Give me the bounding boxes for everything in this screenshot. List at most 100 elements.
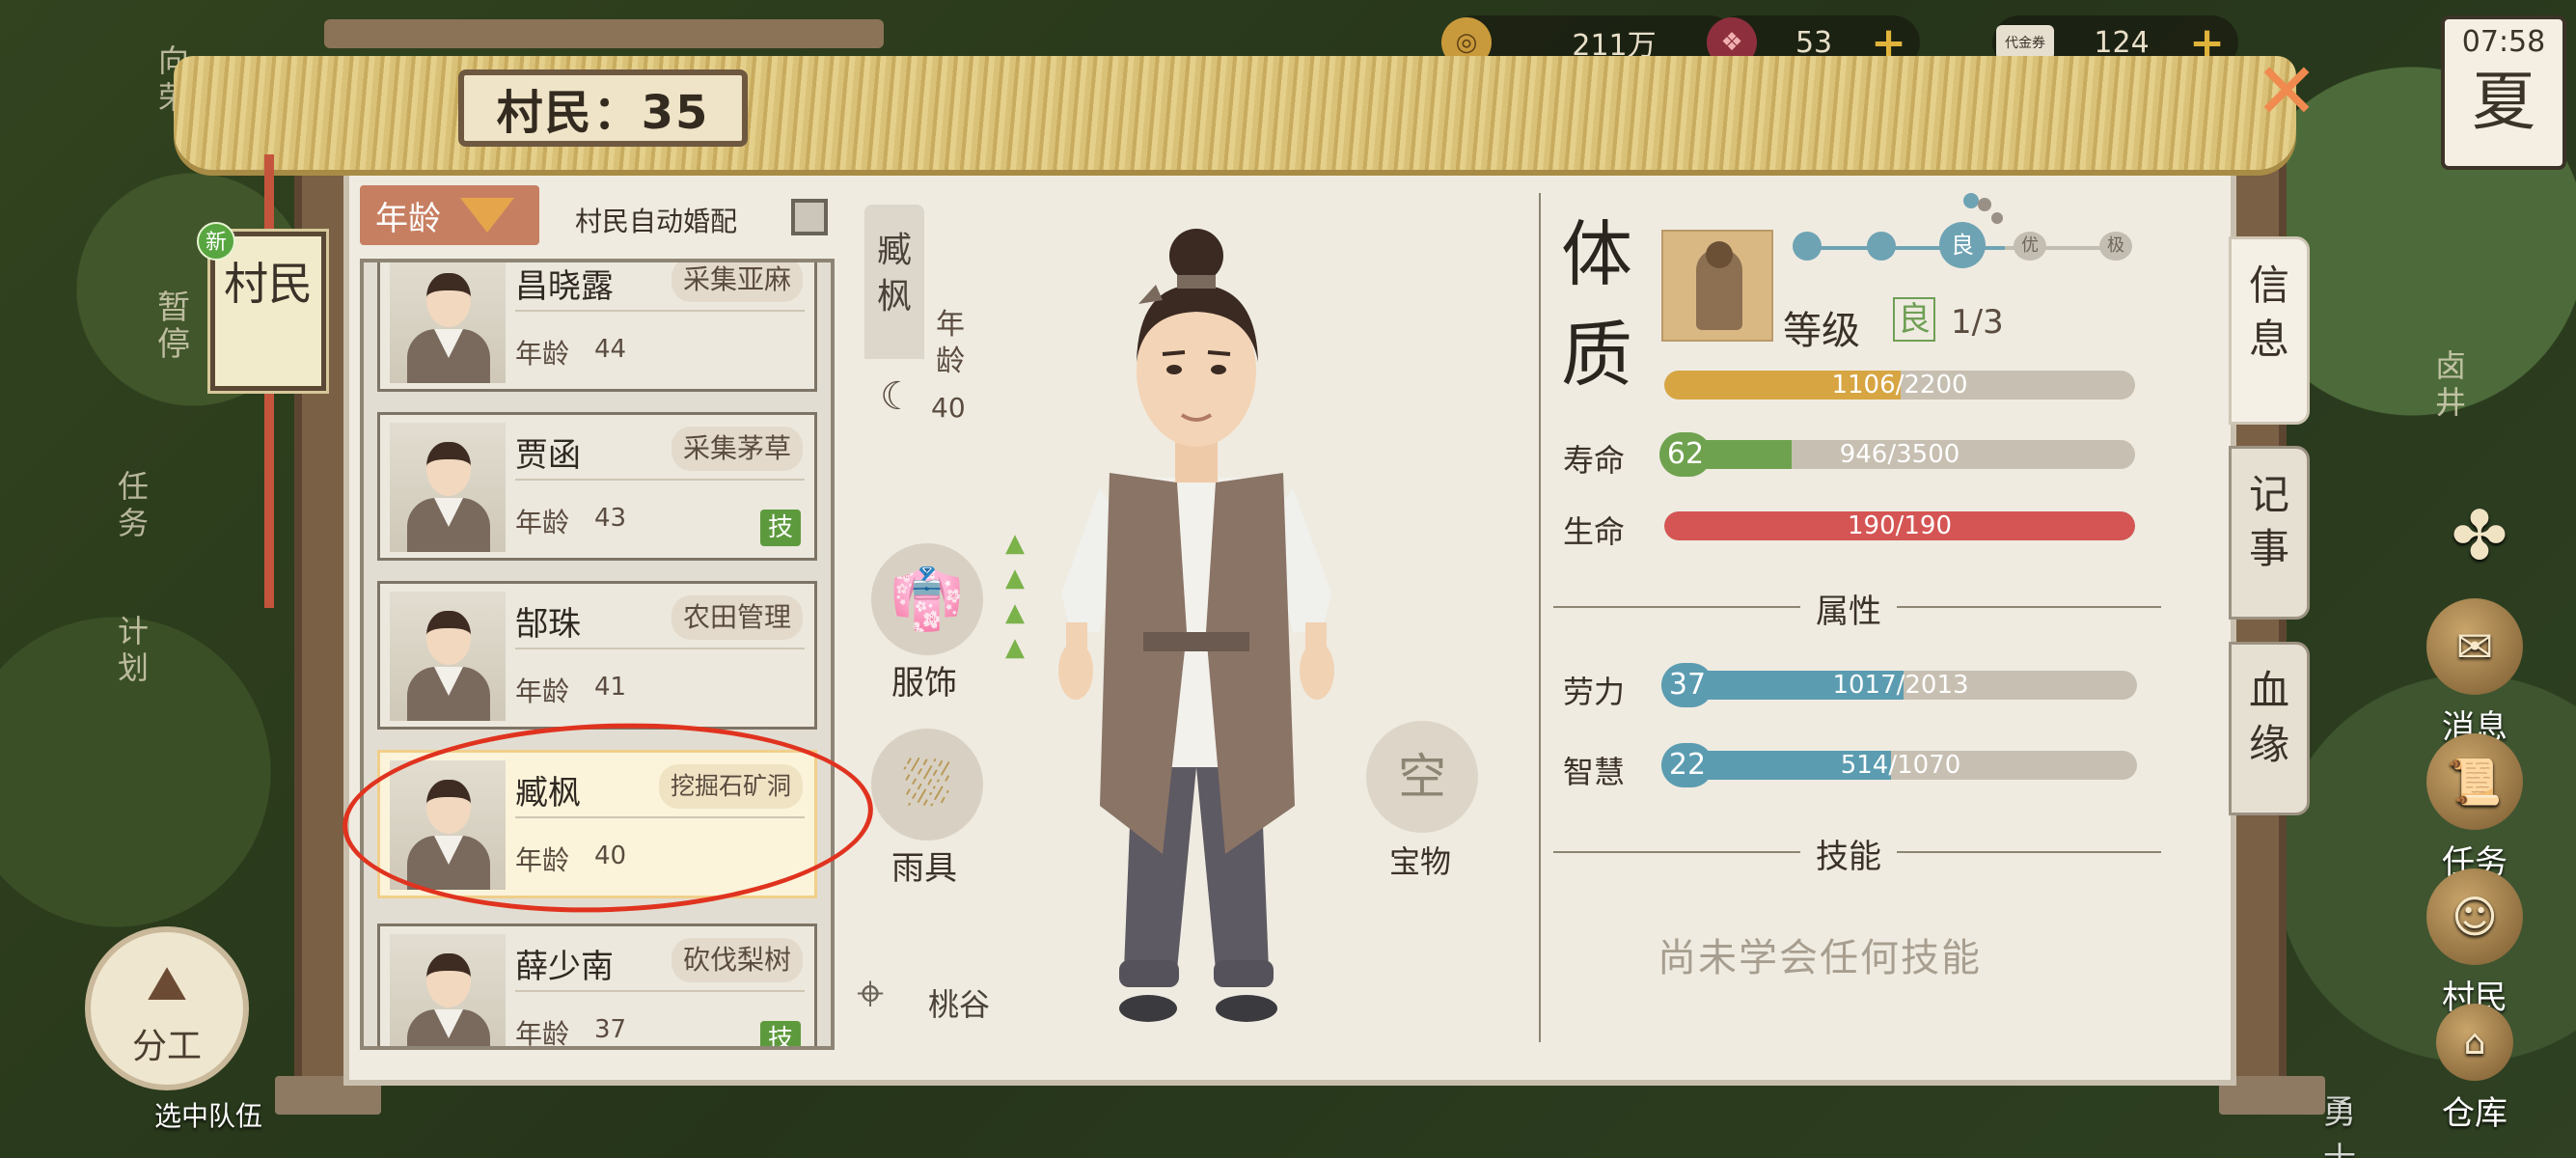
constitution-text: 1106/2200	[1831, 371, 1968, 400]
clothing-slot[interactable]: 👘	[871, 543, 983, 655]
auto-marry-label: 村民自动婚配	[575, 206, 738, 237]
clothing-icon: 👘	[890, 564, 965, 634]
villager-job: 采集亚麻	[671, 262, 803, 302]
sort-dropdown[interactable]: 年龄	[360, 185, 539, 245]
villager-card[interactable]: 薛少南 砍伐梨树 年龄 37 技	[377, 924, 817, 1046]
villager-age: 41	[594, 673, 627, 702]
season-label: 夏	[2472, 65, 2535, 139]
ticket-icon: 代金券	[1996, 25, 2054, 60]
villager-age: 44	[594, 335, 627, 364]
villager-name: 昌晓露	[515, 267, 614, 306]
hud-brine-well[interactable]: 卤井	[2424, 347, 2478, 421]
selected-name-ribbon: 臧枫	[864, 205, 924, 359]
scroll-icon: 📜	[2426, 733, 2523, 830]
villager-character	[1058, 229, 1334, 1022]
villager-name: 薛少南	[515, 948, 614, 986]
villager-job: 采集茅草	[671, 427, 803, 471]
constitution-title: 体质	[1561, 213, 1632, 397]
villager-name: 郜珠	[515, 605, 581, 644]
division-of-labor-label: 分工	[131, 1027, 202, 1066]
upgrade-arrow-icon: ▲	[1005, 633, 1025, 662]
grade-label: 等级	[1783, 309, 1860, 353]
villager-age: 43	[594, 504, 627, 533]
dropdown-triangle-icon	[460, 198, 514, 233]
lifespan-text: 946/3500	[1839, 440, 1960, 469]
villager-icon: ☺	[2426, 868, 2523, 965]
villager-portrait	[390, 592, 506, 721]
selected-age-label: 年龄	[936, 308, 965, 378]
labor-badge: 37	[1661, 663, 1713, 707]
hud-plan[interactable]: 计划	[108, 613, 158, 686]
villager-age-label: 年龄	[515, 338, 570, 370]
skills-title: 技能	[1800, 830, 1897, 877]
villagers-button[interactable]: ☺ 村民	[2412, 868, 2537, 1018]
title-beam	[324, 19, 884, 48]
villager-age-label: 年龄	[515, 676, 570, 707]
location-name: 桃谷	[928, 986, 991, 1023]
new-badge: 新	[197, 222, 235, 261]
grade-avatar	[1661, 230, 1773, 342]
rain-gear-label: 雨具	[891, 849, 957, 888]
villager-list[interactable]: 昌晓露 采集亚麻 年龄 44 贾函 采集茅草 年龄 43 技 郜珠 农田管理 年…	[360, 259, 835, 1050]
rain-gear-slot[interactable]: ⛆	[871, 729, 983, 841]
tab-info[interactable]: 信息	[2229, 236, 2310, 425]
villager-card[interactable]: 贾函 采集茅草 年龄 43 技	[377, 412, 817, 561]
auto-marry-checkbox[interactable]	[791, 199, 828, 235]
warehouse-label: 仓库	[2442, 1094, 2507, 1133]
warehouse-icon: ⌂	[2436, 1004, 2513, 1081]
column-divider	[1539, 193, 1541, 1042]
wisdom-text: 514/1070	[1840, 751, 1961, 780]
lifespan-label: 寿命	[1563, 442, 1626, 479]
tab-journal[interactable]: 记事	[2229, 446, 2310, 620]
tab-lineage[interactable]: 血缘	[2229, 642, 2310, 815]
skill-badge: 技	[760, 1021, 801, 1046]
clothing-label: 服饰	[891, 664, 957, 703]
labor-text: 1017/2013	[1832, 671, 1969, 700]
attributes-title: 属性	[1800, 585, 1897, 632]
villager-job: 农田管理	[671, 595, 803, 640]
hud-pause[interactable]: 暂停	[145, 290, 203, 363]
constitution-bar: 1106/2200	[1664, 371, 2135, 400]
level-node	[1867, 232, 1896, 261]
messages-button[interactable]: ✉ 消息	[2412, 598, 2537, 748]
hud-tasks[interactable]: 任务	[108, 468, 158, 541]
level-extreme: 极	[2099, 232, 2132, 261]
health-text: 190/190	[1847, 511, 1952, 540]
health-label: 生命	[1563, 513, 1626, 550]
lifespan-bar: 946/3500	[1664, 440, 2135, 469]
level-node	[1793, 232, 1822, 261]
villager-portrait	[390, 423, 506, 552]
panel-title: 村民：35	[458, 69, 748, 147]
hud-clover-button[interactable]: ✤	[2431, 487, 2528, 590]
villager-job: 砍伐梨树	[671, 938, 803, 982]
villager-card[interactable]: 昌晓露 采集亚麻 年龄 44	[377, 262, 817, 392]
villager-age: 37	[594, 1015, 627, 1044]
clover-icon: ✤	[2451, 496, 2508, 575]
wisdom-badge: 22	[1661, 743, 1713, 787]
upgrade-arrow-icon: ▲	[1005, 564, 1025, 593]
division-of-labor-button[interactable]: ⛰ 分工	[85, 926, 249, 1090]
location-pin-icon: ⌖	[857, 965, 885, 1021]
grade-progress: 1/3	[1951, 303, 2004, 342]
wisdom-label: 智慧	[1563, 754, 1626, 790]
team-icon: ⛰	[147, 955, 187, 1011]
clock-season-widget[interactable]: 07:58 夏	[2441, 15, 2566, 170]
level-excellent: 优	[2014, 232, 2046, 261]
close-button[interactable]: ✕	[2253, 53, 2320, 130]
labor-label: 劳力	[1563, 674, 1626, 710]
health-bar: 190/190	[1664, 511, 2135, 540]
wisdom-bar: 514/1070	[1664, 751, 2137, 780]
treasure-slot[interactable]: 空	[1366, 721, 1478, 833]
labor-bar: 1017/2013	[1664, 671, 2137, 700]
villager-portrait	[390, 262, 506, 383]
no-skill-text: 尚未学会任何技能	[1658, 936, 1982, 980]
selected-team-label[interactable]: 选中队伍	[154, 1095, 262, 1134]
upgrade-arrow-icon: ▲	[1005, 598, 1025, 627]
upgrade-arrow-icon: ▲	[1005, 529, 1025, 558]
treasure-label: 宝物	[1389, 843, 1452, 880]
warehouse-button[interactable]: ⌂ 仓库	[2412, 1004, 2537, 1134]
tasks-button[interactable]: 📜 任务	[2412, 733, 2537, 883]
age-icon: ☾	[880, 374, 915, 419]
sort-label: 年龄	[375, 199, 441, 238]
villager-card[interactable]: 郜珠 农田管理 年龄 41	[377, 581, 817, 730]
